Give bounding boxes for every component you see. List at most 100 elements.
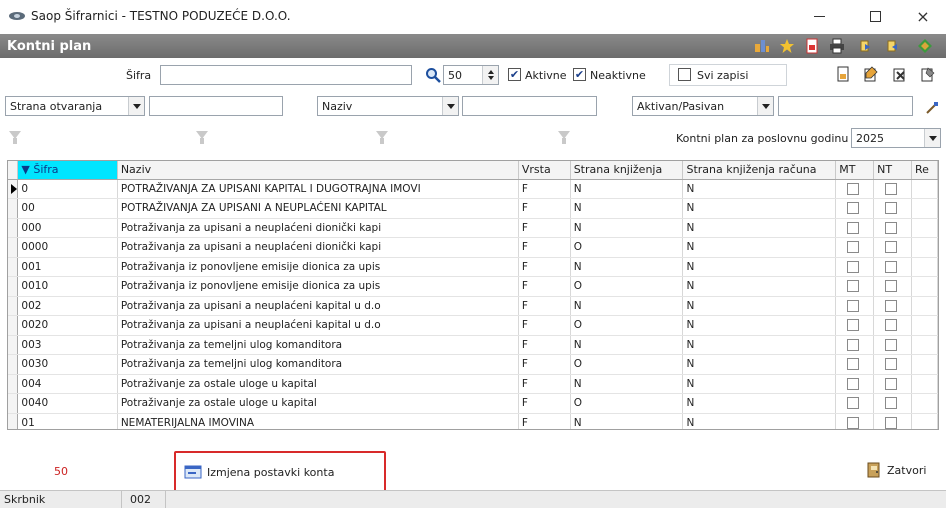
nt-checkbox[interactable] <box>885 221 898 234</box>
change-account-settings-button[interactable]: Izmjena postavki konta <box>184 462 334 482</box>
column-header-sifra[interactable]: ▼ Šifra <box>17 161 118 180</box>
nt-checkbox[interactable] <box>885 260 898 273</box>
copy-records-icon[interactable] <box>858 38 874 54</box>
filter3-field-select[interactable]: Aktivan/Pasivan <box>632 96 774 116</box>
table-row[interactable]: 0000 Potraživanja za upisani a neuplaćeni… <box>8 237 938 258</box>
export-icon[interactable] <box>917 38 933 54</box>
accounts-grid[interactable]: ▼ Šifra Naziv Vrsta Strana knjiženja Str… <box>7 160 939 430</box>
filter1-field-select[interactable]: Strana otvaranja <box>5 96 145 116</box>
close-window-button[interactable]: × <box>900 0 946 32</box>
chevron-down-icon[interactable] <box>757 97 773 115</box>
table-row[interactable]: 002 Potraživanja za upisani a neuplaćeni … <box>8 296 938 316</box>
mt-checkbox[interactable] <box>847 202 860 215</box>
row-indicator[interactable] <box>8 179 19 199</box>
clear-filter-icon[interactable] <box>924 100 940 116</box>
column-header-re[interactable]: Re <box>911 161 938 180</box>
neaktivne-checkbox[interactable]: ✔ <box>573 68 586 81</box>
year-select[interactable]: 2025 <box>851 128 941 148</box>
filter2-field-select[interactable]: Naziv <box>317 96 459 116</box>
nt-checkbox[interactable] <box>885 416 898 429</box>
column-filter-icon[interactable] <box>558 130 572 146</box>
row-indicator[interactable] <box>8 374 19 394</box>
nt-checkbox[interactable] <box>885 338 898 351</box>
column-header-nt[interactable]: NT <box>873 161 913 180</box>
mt-checkbox[interactable] <box>847 299 860 312</box>
close-button[interactable]: Zatvori <box>866 460 926 480</box>
table-row[interactable]: 001 Potraživanja iz ponovljene emisije di… <box>8 257 938 277</box>
column-header-strana-knjizenja[interactable]: Strana knjiženja <box>570 161 684 180</box>
nt-checkbox[interactable] <box>885 319 898 332</box>
mt-checkbox[interactable] <box>847 182 860 195</box>
nt-checkbox[interactable] <box>885 280 898 293</box>
row-indicator[interactable] <box>8 335 19 355</box>
maximize-button[interactable] <box>852 0 898 32</box>
edit-document-icon[interactable] <box>863 66 879 82</box>
hierarchy-icon[interactable] <box>754 38 770 54</box>
mt-checkbox[interactable] <box>847 377 860 390</box>
minimize-button[interactable] <box>796 0 842 32</box>
column-header-vrsta[interactable]: Vrsta <box>518 161 571 180</box>
mt-checkbox[interactable] <box>847 397 860 410</box>
nt-checkbox[interactable] <box>885 397 898 410</box>
column-header-mt[interactable]: MT <box>835 161 875 180</box>
table-row[interactable]: 000 Potraživanja za upisani a neuplaćeni … <box>8 218 938 238</box>
table-row[interactable]: 01 NEMATERIJALNA IMOVINA F N N <box>8 413 938 429</box>
table-row[interactable]: 004 Potraživanje za ostale uloge u kapita… <box>8 374 938 394</box>
chevron-down-icon[interactable] <box>128 97 144 115</box>
table-row[interactable]: 00 POTRAŽIVANJA ZA UPISANI A NEUPLAĆENI K… <box>8 198 938 219</box>
column-header-strana-knjizenja-racuna[interactable]: Strana knjiženja računa <box>682 161 837 180</box>
stepper-arrows-icon[interactable] <box>482 66 498 84</box>
nt-checkbox[interactable] <box>885 299 898 312</box>
nt-checkbox[interactable] <box>885 241 898 254</box>
table-row[interactable]: 0030 Potraživanja za temeljni ulog komand… <box>8 354 938 375</box>
table-row[interactable]: 0 POTRAŽIVANJA ZA UPISANI KAPITAL I DUGOT… <box>8 179 938 199</box>
mt-checkbox[interactable] <box>847 221 860 234</box>
nt-checkbox[interactable] <box>885 358 898 371</box>
nt-checkbox[interactable] <box>885 202 898 215</box>
mt-checkbox[interactable] <box>847 338 860 351</box>
table-row[interactable]: 0010 Potraživanja iz ponovljene emisije d… <box>8 276 938 297</box>
pdf-icon[interactable] <box>804 38 820 54</box>
page-size-stepper[interactable]: 50 <box>443 65 499 85</box>
mt-checkbox[interactable] <box>847 416 860 429</box>
column-filter-icon[interactable] <box>376 130 390 146</box>
row-indicator[interactable] <box>8 393 19 414</box>
table-row[interactable]: 0020 Potraživanja za upisani a neuplaćeni… <box>8 315 938 336</box>
mt-checkbox[interactable] <box>847 358 860 371</box>
mt-checkbox[interactable] <box>847 280 860 293</box>
column-filter-icon[interactable] <box>9 130 23 146</box>
filter1-input[interactable] <box>149 96 283 116</box>
svi-zapisi-checkbox[interactable] <box>678 68 691 81</box>
aktivne-checkbox[interactable]: ✔ <box>508 68 521 81</box>
new-document-icon[interactable] <box>835 66 851 82</box>
row-indicator[interactable] <box>8 296 19 316</box>
chevron-down-icon[interactable] <box>924 129 940 147</box>
mt-checkbox[interactable] <box>847 241 860 254</box>
printer-icon[interactable] <box>829 38 845 54</box>
favorite-star-icon[interactable] <box>779 38 795 54</box>
column-header-naziv[interactable]: Naziv <box>117 161 519 180</box>
chevron-down-icon[interactable] <box>442 97 458 115</box>
row-indicator[interactable] <box>8 413 19 429</box>
row-indicator[interactable] <box>8 198 19 219</box>
column-filter-icon[interactable] <box>196 130 210 146</box>
table-row[interactable]: 0040 Potraživanje za ostale uloge u kapit… <box>8 393 938 414</box>
table-row[interactable]: 003 Potraživanja za temeljni ulog komandi… <box>8 335 938 355</box>
row-indicator[interactable] <box>8 315 19 336</box>
paste-records-icon[interactable] <box>885 38 901 54</box>
row-indicator[interactable] <box>8 237 19 258</box>
row-indicator[interactable] <box>8 354 19 375</box>
search-icon[interactable] <box>425 67 441 83</box>
filter2-input[interactable] <box>462 96 597 116</box>
row-indicator[interactable] <box>8 276 19 297</box>
nt-checkbox[interactable] <box>885 182 898 195</box>
filter3-input[interactable] <box>778 96 913 116</box>
row-indicator[interactable] <box>8 218 19 238</box>
delete-document-icon[interactable] <box>892 66 908 82</box>
row-indicator[interactable] <box>8 257 19 277</box>
mt-checkbox[interactable] <box>847 260 860 273</box>
sifra-input[interactable] <box>160 65 412 85</box>
mt-checkbox[interactable] <box>847 319 860 332</box>
nt-checkbox[interactable] <box>885 377 898 390</box>
view-document-icon[interactable] <box>920 66 936 82</box>
